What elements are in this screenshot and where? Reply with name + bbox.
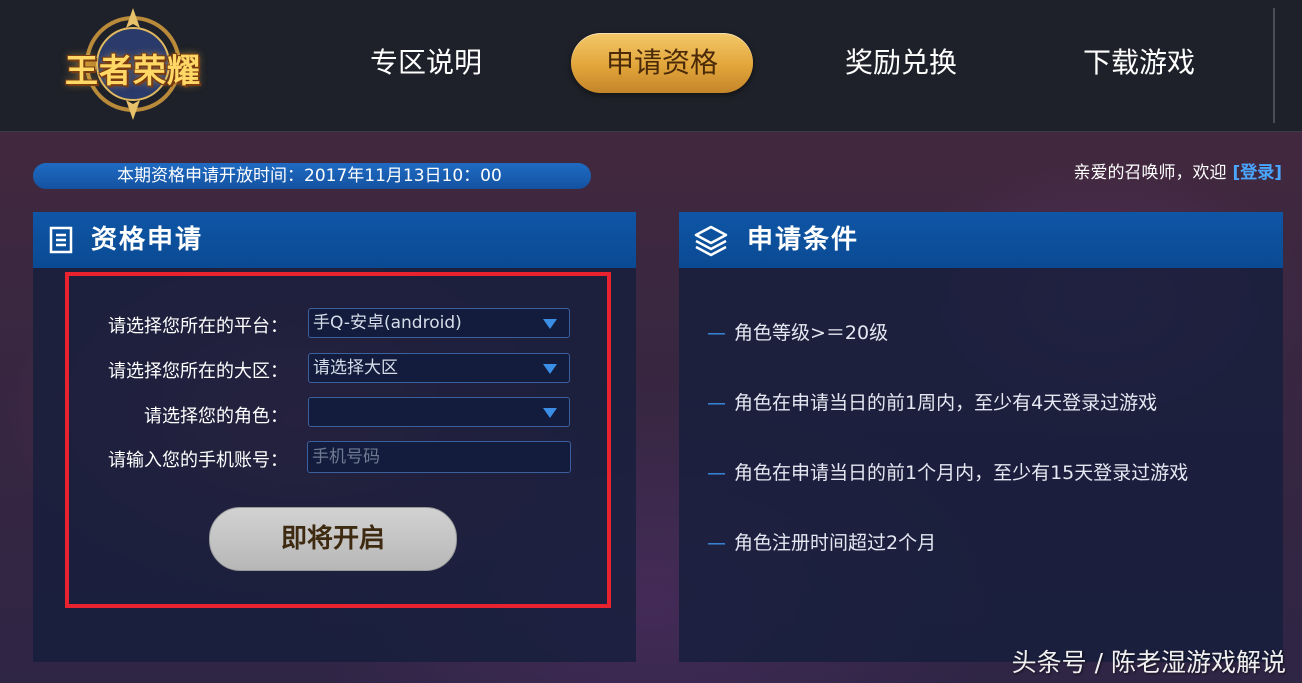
platform-select[interactable]: 手Q-安卓(android)	[308, 308, 570, 338]
condition-item: — 角色在申请当日的前1个月内，至少有15天登录过游戏	[707, 462, 1189, 484]
welcome-text: 亲爱的召唤师，欢迎 [登录]	[1073, 163, 1282, 183]
conditions-panel-header: 申请条件	[679, 212, 1283, 268]
condition-item: — 角色等级>＝20级	[707, 322, 889, 344]
nav-download-game[interactable]: 下载游戏	[1068, 33, 1210, 93]
open-time-text: 本期资格申请开放时间：2017年11月13日10：00	[117, 166, 502, 186]
region-select-value: 请选择大区	[313, 358, 398, 378]
condition-item: — 角色注册时间超过2个月	[707, 532, 937, 554]
dropdown-arrow-icon	[543, 408, 557, 418]
region-label: 请选择您所在的大区：	[108, 361, 288, 382]
phone-label: 请输入您的手机账号：	[108, 450, 288, 471]
open-time-banner: 本期资格申请开放时间：2017年11月13日10：00	[33, 163, 591, 189]
dropdown-arrow-icon	[543, 319, 557, 329]
apply-panel-title: 资格申请	[91, 225, 204, 255]
apply-panel-header: 资格申请	[33, 212, 636, 268]
nav-zone-info[interactable]: 专区说明	[355, 33, 497, 93]
platform-label: 请选择您所在的平台：	[108, 316, 288, 337]
region-select[interactable]: 请选择大区	[308, 353, 570, 383]
platform-select-value: 手Q-安卓(android)	[313, 313, 462, 333]
login-link[interactable]: [登录]	[1232, 163, 1282, 183]
header-divider	[1273, 8, 1275, 123]
condition-item: — 角色在申请当日的前1周内，至少有4天登录过游戏	[707, 392, 1158, 414]
phone-input[interactable]	[307, 441, 571, 473]
conditions-panel-title: 申请条件	[747, 225, 860, 255]
nav-apply-qualification[interactable]: 申请资格	[571, 33, 753, 93]
role-label: 请选择您的角色：	[144, 406, 288, 427]
role-select[interactable]	[308, 397, 570, 427]
game-logo[interactable]: 王者荣耀	[48, 6, 218, 126]
layers-icon	[694, 225, 728, 257]
watermark-text: 头条号 / 陈老湿游戏解说	[1011, 648, 1286, 677]
top-navigation-bar: 王者荣耀 专区说明 申请资格 奖励兑换 下载游戏	[0, 0, 1302, 132]
document-icon	[49, 226, 73, 254]
conditions-panel: 申请条件	[679, 212, 1283, 662]
logo-text: 王者荣耀	[65, 51, 201, 90]
coming-soon-button[interactable]: 即将开启	[209, 507, 457, 571]
nav-reward-exchange[interactable]: 奖励兑换	[830, 33, 972, 93]
dropdown-arrow-icon	[543, 364, 557, 374]
